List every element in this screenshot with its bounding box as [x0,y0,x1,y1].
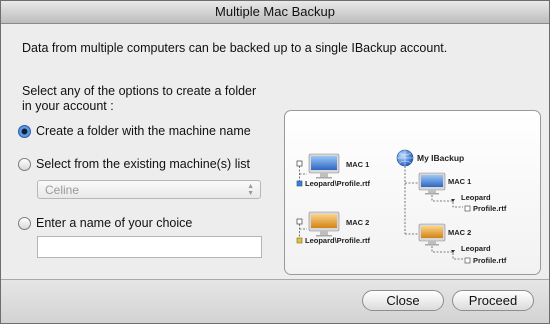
imac-icon [418,223,446,246]
tree-connector [431,246,463,260]
proceed-button[interactable]: Proceed [452,290,534,311]
existing-machine-select[interactable]: Celine ▲ ▼ [37,180,261,199]
option-custom-name[interactable]: Enter a name of your choice [18,214,192,232]
updown-arrows-icon: ▲ ▼ [247,183,254,197]
custom-name-field[interactable] [37,236,262,258]
tree-connector [431,195,463,208]
account-label: My IBackup [417,153,464,163]
file-icon [464,205,471,212]
file-icon [296,180,303,187]
left-mac1-label: MAC 1 [346,160,369,169]
intro-text: Data from multiple computers can be back… [22,41,448,55]
tree-connector [404,166,419,235]
option-custom-name-label: Enter a name of your choice [36,216,193,230]
imac-icon [418,172,446,195]
right-mac2-label: MAC 2 [448,228,471,237]
disclosure-arrow-icon [451,250,455,253]
file-icon [296,237,303,244]
left-mac2-group: MAC 2 Leopard\Profile.rtf [296,211,371,245]
option-machine-name[interactable]: Create a folder with the machine name [18,122,251,140]
right-tree: My IBackup MAC 1 Leopard Profile.rtf MAC… [396,149,507,265]
close-button[interactable]: Close [362,290,444,311]
left-mac2-file: Leopard\Profile.rtf [305,236,371,245]
left-mac1-group: MAC 1 Leopard\Profile.rtf [296,153,371,188]
button-bar: Close Proceed [1,279,549,323]
right-mac1-file: Profile.rtf [473,204,507,213]
left-mac2-label: MAC 2 [346,218,369,227]
radio-selected-icon[interactable] [18,124,31,138]
file-icon [464,257,471,264]
option-existing-machine[interactable]: Select from the existing machine(s) list [18,155,250,173]
option-existing-machine-label: Select from the existing machine(s) list [36,157,250,171]
right-mac2-file: Profile.rtf [473,256,507,265]
radio-unselected-icon[interactable] [18,157,31,171]
radio-unselected-icon[interactable] [18,216,31,230]
imac-icon [308,153,340,179]
prompt-text: Select any of the options to create a fo… [22,84,257,113]
folder-node-icon [296,218,303,225]
window-title: Multiple Mac Backup [215,4,335,19]
right-mac2-folder: Leopard [461,244,491,253]
backup-structure-diagram: MAC 1 Leopard\Profile.rtf MAC 2 Leopard\… [284,110,541,275]
imac-icon [308,211,340,237]
diagram-canvas: MAC 1 Leopard\Profile.rtf MAC 2 Leopard\… [296,149,507,265]
folder-node-icon [296,160,303,167]
globe-icon [396,149,414,167]
dialog-content: Data from multiple computers can be back… [1,24,549,279]
right-mac1-folder: Leopard [461,193,491,202]
multiple-mac-backup-dialog: Multiple Mac Backup Data from multiple c… [0,0,550,324]
disclosure-arrow-icon [451,199,455,202]
option-machine-name-label: Create a folder with the machine name [36,124,251,138]
title-bar: Multiple Mac Backup [1,1,549,24]
right-mac1-label: MAC 1 [448,177,471,186]
existing-machine-select-value: Celine [45,183,80,197]
left-mac1-file: Leopard\Profile.rtf [305,179,371,188]
